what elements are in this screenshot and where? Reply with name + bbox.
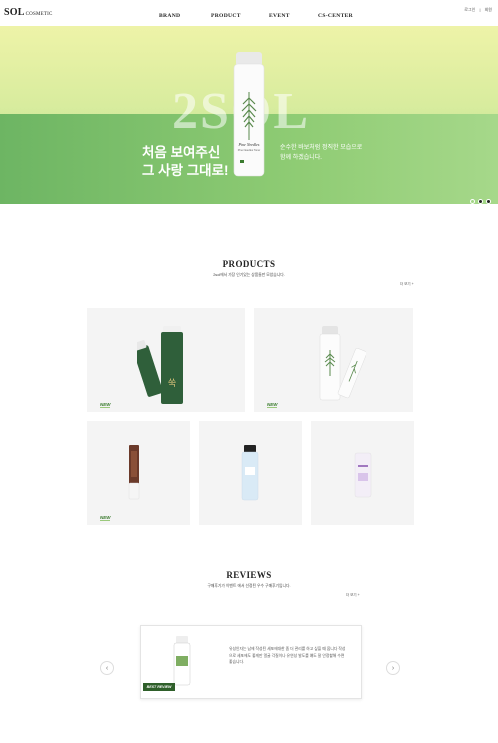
slider-dots: [470, 191, 494, 204]
hero-description: 순수한 바보처럼 정직한 모습으로 함께 하겠습니다.: [280, 143, 362, 163]
product-card-5[interactable]: [311, 421, 414, 525]
hero-bottle-image: Pine Needles Pine Needles Toner: [233, 52, 265, 177]
util-divider: |: [479, 7, 481, 12]
product-image-5: [354, 452, 372, 498]
products-more-link[interactable]: 더 보기 +: [400, 282, 414, 287]
products-title: PRODUCTS: [222, 259, 276, 269]
hero-desc-line1: 순수한 바보처럼 정직한 모습으로: [280, 145, 363, 151]
products-subtitle: 2sol에서 가장 인기있는 상품들만 모았습니다.: [213, 273, 285, 277]
header: SOLCOSMETIC BRAND PRODUCT EVENT CS-CENTE…: [0, 0, 498, 26]
reviews-title: REVIEWS: [226, 570, 272, 580]
hero-headline: 처음 보여주신 그 사랑 그대로!: [142, 144, 229, 180]
reviews-more-link[interactable]: 더 보기 +: [346, 593, 360, 598]
product-image-1: 쑥: [137, 326, 183, 404]
hero-banner: 2SOL Pine Needles Pine Needles Toner 처음 …: [0, 26, 498, 204]
nav-cs-center[interactable]: CS-CENTER: [318, 13, 353, 19]
review-text: 유성인자는 남에 작성된 세포에대한 좀 더 관리를 하고 싶을 때 옵니다 작…: [229, 647, 346, 664]
review-prev-button[interactable]: ‹: [100, 661, 114, 675]
product-card-4[interactable]: [199, 421, 302, 525]
hero-headline-line2: 그 사랑 그대로!: [142, 163, 229, 178]
util-links: 로그인 | 회원: [461, 7, 492, 13]
slider-dot-2[interactable]: [478, 199, 483, 204]
product-image-2: [319, 326, 366, 401]
hero-headline-line1: 처음 보여주신: [142, 145, 221, 160]
review-card[interactable]: BEST REVIEW 유성인자는 남에 작성된 세포에대한 좀 더 관리를 하…: [140, 625, 362, 699]
reviews-subtitle: 구매후기가 이벤트 에서 선정된 우수 구매후기입니다.: [207, 584, 291, 588]
nav-brand[interactable]: BRAND: [159, 13, 180, 19]
bottle-label: Pine Needles: [238, 142, 260, 147]
logo-sub: COSMETIC: [25, 12, 53, 17]
new-badge: NEW: [267, 402, 278, 407]
join-link[interactable]: 회원: [485, 7, 492, 12]
review-next-button[interactable]: ›: [386, 661, 400, 675]
product-image-3: [128, 445, 140, 500]
logo[interactable]: SOLCOSMETIC: [4, 7, 53, 18]
review-product-image: [173, 636, 191, 686]
bottle-sublabel: Pine Needles Toner: [238, 148, 261, 152]
nav-product[interactable]: PRODUCT: [211, 13, 241, 19]
best-review-badge: BEST REVIEW: [143, 683, 175, 691]
product-image-4: [241, 445, 259, 501]
new-badge: NEW: [100, 515, 111, 520]
product-card-1[interactable]: 쑥 NEW: [87, 308, 245, 412]
nav-event[interactable]: EVENT: [269, 13, 290, 19]
hero-desc-line2: 함께 하겠습니다.: [280, 155, 322, 161]
logo-main: SOL: [4, 7, 25, 18]
slider-dot-1[interactable]: [470, 199, 475, 204]
product-card-3[interactable]: NEW: [87, 421, 190, 525]
product-card-2[interactable]: NEW: [254, 308, 413, 412]
product-1-label: 쑥: [168, 378, 176, 389]
login-link[interactable]: 로그인: [464, 7, 475, 12]
new-badge: NEW: [100, 402, 111, 407]
slider-dot-3[interactable]: [486, 199, 491, 204]
